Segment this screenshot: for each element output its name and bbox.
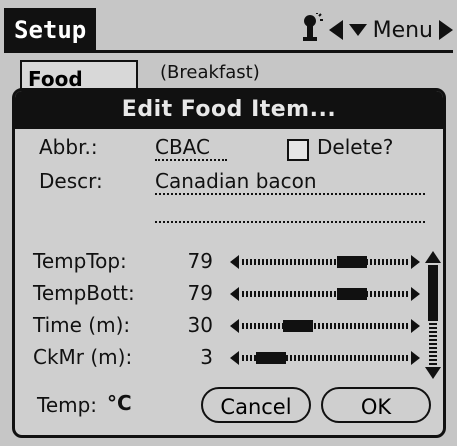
slider-left-arrow-icon[interactable] <box>230 287 239 301</box>
slider-track <box>242 323 408 329</box>
descr-underline <box>155 193 425 195</box>
slider-thumb[interactable] <box>337 256 368 268</box>
left-arrow-icon[interactable] <box>328 20 343 40</box>
slider-track <box>242 291 408 297</box>
slider-right-arrow-icon[interactable] <box>411 319 420 333</box>
slider-left-arrow-icon[interactable] <box>230 319 239 333</box>
slider-thumb[interactable] <box>337 288 368 300</box>
temptop-label: TempTop: <box>33 249 127 273</box>
scrollbar-thumb[interactable] <box>428 265 438 321</box>
ckmr-value: 3 <box>200 345 213 369</box>
slider-thumb[interactable] <box>255 352 286 364</box>
menu-label[interactable]: Menu <box>373 18 433 43</box>
tempbott-label: TempBott: <box>33 281 135 305</box>
ckmr-label: CkMr (m): <box>33 345 133 369</box>
slider-track <box>242 259 408 265</box>
app-title-tab[interactable]: Setup <box>4 8 97 52</box>
tempbott-slider[interactable] <box>230 284 420 304</box>
slider-right-arrow-icon[interactable] <box>411 287 420 301</box>
down-arrow-icon[interactable] <box>348 24 367 36</box>
descr-underline-2 <box>155 221 425 223</box>
delete-checkbox[interactable] <box>287 139 309 161</box>
slider-left-arrow-icon[interactable] <box>230 351 239 365</box>
temp-unit-toggle[interactable]: °C <box>107 391 132 415</box>
slider-left-arrow-icon[interactable] <box>230 255 239 269</box>
palm-screen: Setup Menu Food (Breakfast) Edit Food It… <box>0 0 457 446</box>
dialog-title: Edit Food Item... <box>15 91 443 129</box>
scroll-down-icon[interactable] <box>425 367 441 379</box>
right-arrow-icon[interactable] <box>439 20 453 40</box>
time-value: 30 <box>187 313 213 337</box>
temptop-slider[interactable] <box>230 252 420 272</box>
time-label: Time (m): <box>33 313 131 337</box>
slider-right-arrow-icon[interactable] <box>411 351 420 365</box>
title-rule <box>4 50 453 53</box>
delete-label: Delete? <box>317 135 394 159</box>
descr-field-line2[interactable] <box>155 197 165 219</box>
edit-food-dialog: Edit Food Item... Abbr.: CBAC Delete? De… <box>12 88 446 438</box>
slider-thumb[interactable] <box>282 320 313 332</box>
temp-label: Temp: <box>37 393 98 417</box>
ok-button[interactable]: OK <box>321 387 431 423</box>
descr-label: Descr: <box>39 169 103 193</box>
wrench-sparkle-icon[interactable] <box>297 13 323 47</box>
abbr-label: Abbr.: <box>39 135 98 159</box>
scroll-up-icon[interactable] <box>425 251 441 263</box>
top-toolbar: Menu <box>297 10 453 50</box>
abbr-field[interactable]: CBAC <box>155 135 210 159</box>
abbr-underline <box>155 159 227 161</box>
temptop-value: 79 <box>187 249 213 273</box>
settings-scrollbar[interactable] <box>422 251 443 379</box>
tempbott-value: 79 <box>187 281 213 305</box>
time-slider[interactable] <box>230 316 420 336</box>
descr-field[interactable]: Canadian bacon <box>155 169 317 193</box>
ckmr-slider[interactable] <box>230 348 420 368</box>
slider-right-arrow-icon[interactable] <box>411 255 420 269</box>
category-description: (Breakfast) <box>160 62 260 83</box>
cancel-button[interactable]: Cancel <box>201 387 311 423</box>
